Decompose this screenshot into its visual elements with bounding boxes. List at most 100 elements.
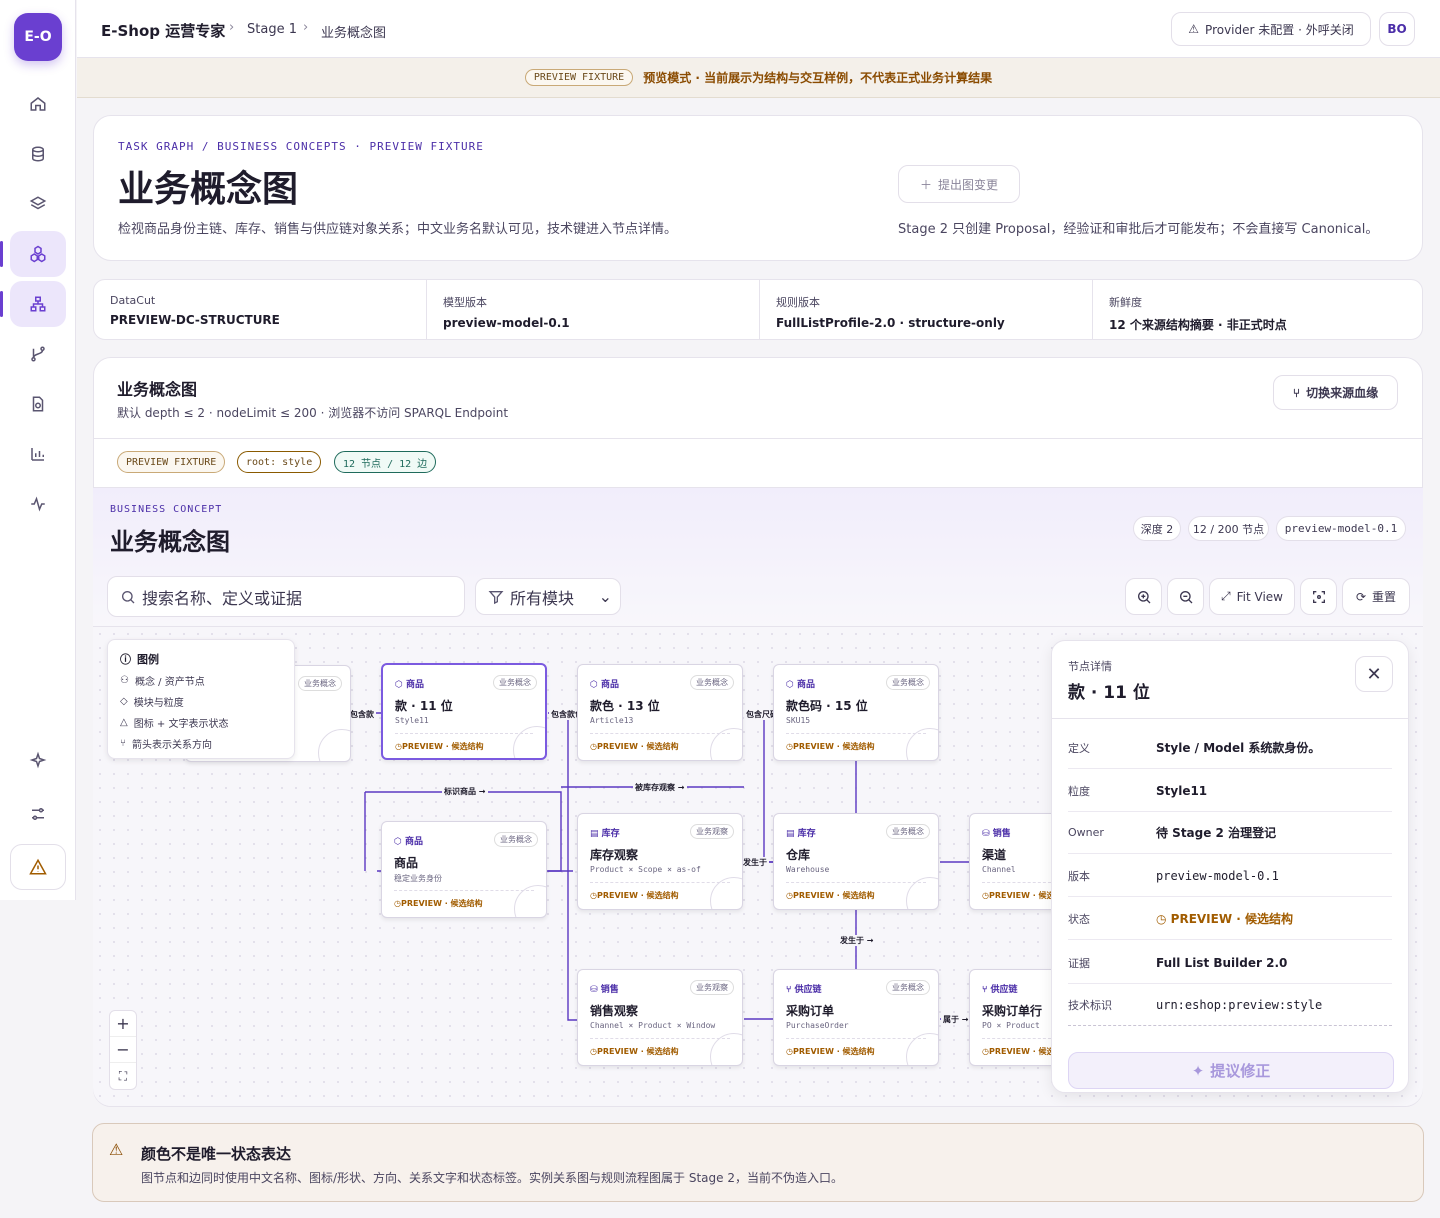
clock-file-icon[interactable] xyxy=(10,381,66,427)
depth-chip: 深度 2 xyxy=(1133,516,1181,541)
zoom-in-button[interactable] xyxy=(1125,578,1162,615)
divider xyxy=(786,1038,926,1039)
legend-row: ◇ 模块与粒度 xyxy=(120,696,184,709)
divider xyxy=(395,733,533,734)
breadcrumb-current: 业务概念图 xyxy=(321,26,387,41)
app-logo[interactable]: E-O xyxy=(14,13,62,61)
node-key: Style11 xyxy=(395,716,429,725)
edge-line xyxy=(763,713,773,863)
close-panel-button[interactable]: ✕ xyxy=(1355,656,1393,692)
graph-node[interactable]: ⬡ 商品 业务概念 款色码 · 15 位 SKU15 ◷PREVIEW · 候选… xyxy=(773,664,939,761)
viewer-eyebrow: BUSINESS CONCEPT xyxy=(110,504,223,515)
node-name: 采购订单行 xyxy=(982,1004,1043,1018)
graph-node[interactable]: ⛁ 销售 业务观察 销售观察 Channel × Product × Windo… xyxy=(577,969,743,1066)
chevron-right-icon: › xyxy=(303,20,309,35)
settings-sliders-icon[interactable] xyxy=(10,791,66,837)
graph-node[interactable]: ⬡ 商品 业务概念 商品 稳定业务身份 ◷PREVIEW · 候选结构 xyxy=(381,821,547,918)
canvas-zoom-out-button[interactable]: − xyxy=(110,1037,136,1063)
detail-row-version: 版本 preview-model-0.1 xyxy=(1068,855,1392,897)
propose-fix-label: 提议修正 xyxy=(1210,1062,1271,1080)
model-version-chip: preview-model-0.1 xyxy=(1276,516,1406,541)
node-name: 商品 xyxy=(394,856,419,870)
node-key: 稳定业务身份 xyxy=(394,874,442,883)
detail-row-status: 状态 ◷ PREVIEW · 候选结构 xyxy=(1068,898,1392,940)
app-name[interactable]: E-Shop 运营专家 xyxy=(101,20,225,41)
detail-row-tech-id: 技术标识 urn:eshop:preview:style xyxy=(1068,984,1392,1026)
warning-icon[interactable] xyxy=(10,844,66,890)
reset-button[interactable]: ⟳ 重置 xyxy=(1342,578,1410,615)
info-icon: ⓘ xyxy=(120,653,131,666)
canvas-fit-button[interactable]: ⛶ xyxy=(110,1063,136,1089)
edge-label: 被库存观察 → xyxy=(633,782,687,793)
divider xyxy=(1052,718,1408,719)
plus-icon: ＋ xyxy=(919,177,932,192)
graph-section-description: 默认 depth ≤ 2 · nodeLimit ≤ 200 · 浏览器不访问 … xyxy=(117,406,509,420)
graph-node[interactable]: ▤ 库存 业务观察 库存观察 Product × Scope × as-of ◷… xyxy=(577,813,743,910)
divider xyxy=(590,882,730,883)
node-key: Channel xyxy=(982,865,1016,874)
branch-icon[interactable] xyxy=(10,331,66,377)
graph-node-selected[interactable]: ⬡ 商品 业务概念 款 · 11 位 Style11 ◷PREVIEW · 候选… xyxy=(381,663,547,760)
propose-fix-button[interactable]: ✦ 提议修正 xyxy=(1068,1052,1394,1089)
propose-graph-change-button[interactable]: ＋ 提出图变更 xyxy=(898,165,1020,203)
color-accessibility-note: ⚠ 颜色不是唯一状态表达 图节点和边同时使用中文名称、图标/形状、方向、关系文字… xyxy=(92,1123,1424,1202)
hierarchy-icon[interactable] xyxy=(0,281,66,327)
branch-icon: ⑂ xyxy=(120,738,126,749)
page-description: 检视商品身份主链、库存、销售与供应链对象关系；中文业务名默认可见，技术键进入节点… xyxy=(118,222,678,237)
node-name: 仓库 xyxy=(786,848,811,862)
viewer-title: 业务概念图 xyxy=(110,528,230,556)
module-label: ⛁ 销售 xyxy=(982,829,1011,839)
node-key: PO × Product xyxy=(982,1021,1040,1030)
detail-row-grain: 粒度 Style11 xyxy=(1068,770,1392,812)
switch-lineage-button[interactable]: ⑂ 切换来源血缘 xyxy=(1273,375,1398,410)
legend-row: ⚇ 概念 / 资产节点 xyxy=(120,675,205,688)
user-avatar[interactable]: BO xyxy=(1379,12,1415,46)
node-status: ◷PREVIEW · 候选结构 xyxy=(394,899,483,908)
legend-row: ⑂ 箭头表示关系方向 xyxy=(120,738,212,751)
node-kind: 业务概念 xyxy=(886,824,930,839)
meta-rule-version: 规则版本 FullListProfile-2.0 · structure-only xyxy=(760,280,1093,339)
divider xyxy=(786,882,926,883)
page-eyebrow: TASK GRAPH / BUSINESS CONCEPTS · PREVIEW… xyxy=(118,140,484,153)
propose-graph-change-label: 提出图变更 xyxy=(938,177,999,192)
home-icon[interactable] xyxy=(10,81,66,127)
note-title: 颜色不是唯一状态表达 xyxy=(141,1145,292,1163)
graph-node[interactable]: ▤ 库存 业务概念 仓库 Warehouse ◷PREVIEW · 候选结构 xyxy=(773,813,939,910)
pulse-icon[interactable] xyxy=(10,481,66,527)
module-filter-select[interactable]: 所有模块 ⌄ xyxy=(475,578,621,615)
top-bar: E-Shop 运营专家 › Stage 1 › 业务概念图 ⚠ Provider… xyxy=(77,0,1440,58)
node-key: Warehouse xyxy=(786,865,830,874)
refresh-icon: ⟳ xyxy=(1355,589,1367,604)
zoom-in-icon xyxy=(1136,589,1152,605)
page-title: 业务概念图 xyxy=(118,169,299,210)
node-name: 款色码 · 15 位 xyxy=(786,699,868,713)
chevron-down-icon: ⌄ xyxy=(598,587,612,606)
canvas-zoom-in-button[interactable]: + xyxy=(110,1011,136,1037)
detail-eyebrow: 节点详情 xyxy=(1068,660,1112,673)
note-text: 图节点和边同时使用中文名称、图标/形状、方向、关系文字和状态标签。实例关系图与规… xyxy=(141,1171,843,1185)
node-status: ◷PREVIEW · 候选结构 xyxy=(590,742,679,751)
breadcrumb-stage[interactable]: Stage 1 xyxy=(247,22,297,37)
layers-icon[interactable] xyxy=(10,181,66,227)
focus-icon xyxy=(1311,589,1327,605)
meta-model-version: 模型版本 preview-model-0.1 xyxy=(427,280,760,339)
sparkle-icon[interactable] xyxy=(10,737,66,783)
zoom-out-icon xyxy=(1178,589,1194,605)
module-label: ▤ 库存 xyxy=(590,829,620,839)
focus-button[interactable] xyxy=(1300,578,1337,615)
database-icon[interactable] xyxy=(10,131,66,177)
graph-node[interactable]: ⑂ 供应链 业务概念 采购订单 PurchaseOrder ◷PREVIEW ·… xyxy=(773,969,939,1066)
provider-status-button[interactable]: ⚠ Provider 未配置 · 外呼关闭 xyxy=(1171,12,1371,46)
expand-icon: ⤢ xyxy=(1221,589,1231,603)
branch-icon: ⑂ xyxy=(1292,385,1301,400)
search-input[interactable]: 搜索名称、定义或证据 xyxy=(107,576,465,617)
divider xyxy=(590,1038,730,1039)
chevron-right-icon: › xyxy=(229,20,235,35)
graph-legend: ⓘ 图例 ⚇ 概念 / 资产节点 ◇ 模块与粒度 △ 图标 + 文字表示状态 ⑂ 箭头表示… xyxy=(107,639,295,759)
zoom-out-button[interactable] xyxy=(1167,578,1204,615)
chart-icon[interactable] xyxy=(10,431,66,477)
module-label: ⑂ 供应链 xyxy=(982,985,1018,995)
concept-graph-icon[interactable] xyxy=(0,231,66,277)
graph-node[interactable]: ⬡ 商品 业务概念 款色 · 13 位 Article13 ◷PREVIEW ·… xyxy=(577,664,743,761)
fit-view-button[interactable]: ⤢ Fit View xyxy=(1209,578,1295,615)
